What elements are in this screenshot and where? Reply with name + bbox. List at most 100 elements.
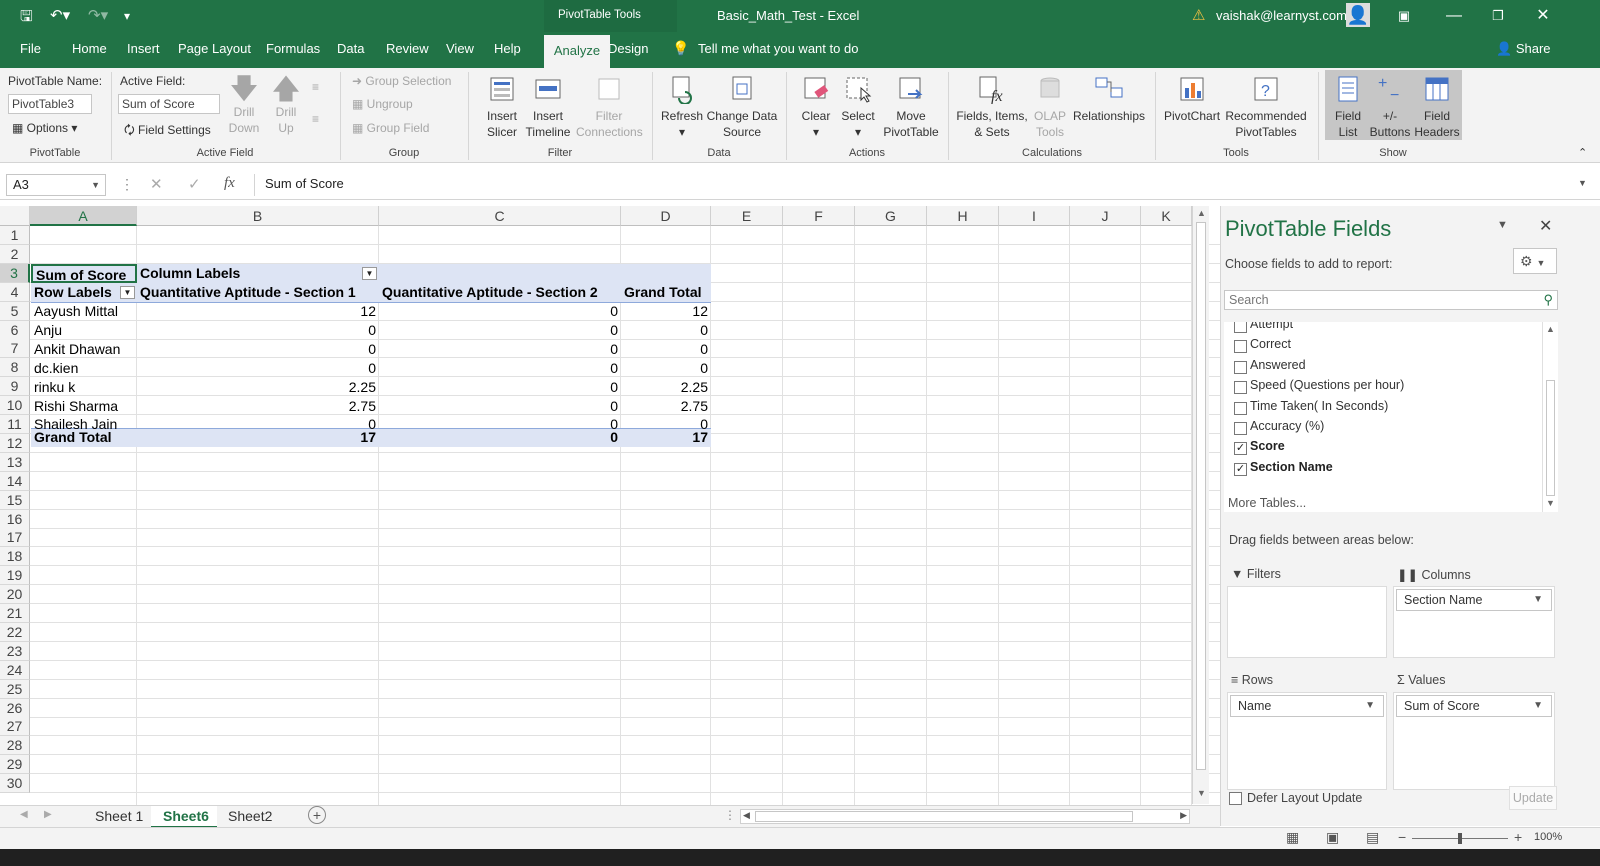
- pivot-value-cell[interactable]: 0: [137, 321, 379, 340]
- next-sheet-icon[interactable]: ▶: [44, 809, 52, 820]
- move-pivottable-button[interactable]: Move PivotTable: [880, 74, 942, 140]
- field-item-label[interactable]: Accuracy (%): [1250, 419, 1324, 433]
- scroll-left-icon[interactable]: ◀: [743, 810, 750, 821]
- pivot-row-label[interactable]: dc.kien: [31, 359, 137, 378]
- filter-connections-button[interactable]: Filter Connections: [576, 74, 643, 140]
- relationships-button[interactable]: Relationships: [1072, 74, 1146, 124]
- row-header[interactable]: 15: [0, 490, 30, 510]
- update-button[interactable]: Update: [1509, 786, 1557, 810]
- prev-sheet-icon[interactable]: ◀: [20, 809, 28, 820]
- row-header[interactable]: 22: [0, 622, 30, 642]
- clear-button[interactable]: Clear ▾: [796, 74, 836, 140]
- field-item-label[interactable]: Section Name: [1250, 460, 1333, 474]
- formula-input[interactable]: Sum of Score: [254, 174, 1592, 196]
- field-checkbox[interactable]: [1234, 340, 1247, 354]
- column-labels-cell[interactable]: Column Labels: [137, 264, 377, 283]
- tab-file[interactable]: File: [20, 41, 41, 56]
- field-item-label[interactable]: Correct: [1250, 337, 1291, 351]
- row-header[interactable]: 28: [0, 736, 30, 756]
- pivot-value-cell[interactable]: 12: [621, 302, 711, 321]
- pivot-value-cell[interactable]: 0: [137, 340, 379, 359]
- field-checkbox[interactable]: [1234, 401, 1247, 415]
- field-scroll-thumb[interactable]: [1546, 380, 1555, 496]
- row-header[interactable]: 6: [0, 320, 30, 340]
- filters-drop-area[interactable]: [1227, 586, 1387, 658]
- restore-icon[interactable]: ❐: [1478, 4, 1518, 28]
- row-header[interactable]: 14: [0, 471, 30, 491]
- row-header[interactable]: 4: [0, 282, 30, 302]
- row-header[interactable]: 30: [0, 774, 30, 794]
- field-item-label[interactable]: Score: [1250, 439, 1285, 453]
- pivot-value-cell[interactable]: 0: [379, 340, 621, 359]
- sheet-tab-sheet2[interactable]: Sheet2: [228, 808, 272, 824]
- scroll-right-icon[interactable]: ▶: [1180, 810, 1187, 821]
- ribbon-display-icon[interactable]: ▣: [1384, 4, 1424, 28]
- save-icon[interactable]: 🖫: [20, 6, 33, 31]
- pivot-value-cell[interactable]: 0: [379, 302, 621, 321]
- pivot-row-label[interactable]: Aayush Mittal: [31, 302, 137, 321]
- columns-drop-area[interactable]: Section Name ▼: [1393, 586, 1555, 658]
- row-header[interactable]: 8: [0, 358, 30, 378]
- tab-home[interactable]: Home: [72, 41, 107, 56]
- olap-tools-button[interactable]: OLAP Tools: [1030, 74, 1070, 140]
- columns-pill-dropdown-icon[interactable]: ▼: [1533, 590, 1543, 610]
- normal-view-icon[interactable]: ▦: [1286, 829, 1299, 846]
- column-header[interactable]: C: [379, 206, 621, 226]
- field-item-label[interactable]: Time Taken( In Seconds): [1250, 399, 1388, 413]
- page-layout-view-icon[interactable]: ▣: [1326, 829, 1339, 846]
- row-header[interactable]: 23: [0, 641, 30, 661]
- scroll-up-icon[interactable]: ▲: [1197, 208, 1206, 218]
- column-header[interactable]: E: [711, 206, 783, 226]
- zoom-out-icon[interactable]: −: [1398, 829, 1406, 845]
- tab-page-layout[interactable]: Page Layout: [178, 41, 251, 56]
- rows-drop-area[interactable]: Name ▼: [1227, 692, 1387, 790]
- row-header[interactable]: 25: [0, 679, 30, 699]
- collapse-field-icon[interactable]: ≡: [312, 112, 319, 126]
- pane-options-dropdown-icon[interactable]: ▼: [1497, 219, 1508, 231]
- column-header[interactable]: H: [927, 206, 999, 226]
- column-header[interactable]: F: [783, 206, 855, 226]
- field-item-label[interactable]: Attempt: [1250, 322, 1293, 331]
- row-header[interactable]: 26: [0, 698, 30, 718]
- pivot-value-cell[interactable]: 12: [137, 302, 379, 321]
- pivot-value-cell[interactable]: 0: [379, 397, 621, 416]
- tab-view[interactable]: View: [446, 41, 474, 56]
- row-header[interactable]: 13: [0, 452, 30, 472]
- share-button[interactable]: 👤 Share: [1496, 41, 1551, 57]
- defer-layout-checkbox[interactable]: [1229, 792, 1242, 805]
- field-checkbox[interactable]: [1234, 322, 1247, 333]
- field-headers-button[interactable]: Field Headers: [1414, 74, 1460, 140]
- values-drop-area[interactable]: Sum of Score ▼: [1393, 692, 1555, 790]
- row-header[interactable]: 9: [0, 377, 30, 397]
- pivot-name-input[interactable]: PivotTable3: [8, 94, 92, 114]
- field-scroll-down-icon[interactable]: ▼: [1546, 498, 1555, 508]
- sheet-tab-sheet6[interactable]: Sheet6: [163, 808, 209, 824]
- change-data-source-button[interactable]: Change Data Source: [704, 74, 780, 140]
- collapse-ribbon-icon[interactable]: ⌃: [1578, 146, 1587, 159]
- field-checkbox[interactable]: [1234, 381, 1247, 395]
- field-item-label[interactable]: Answered: [1250, 358, 1306, 372]
- pivot-value-cell[interactable]: 2.25: [137, 378, 379, 397]
- row-header[interactable]: 20: [0, 585, 30, 605]
- name-box[interactable]: A3 ▼: [6, 174, 106, 196]
- field-search-box[interactable]: Search ⚲: [1224, 290, 1558, 310]
- pivot-value-cell[interactable]: 0: [137, 359, 379, 378]
- columns-field-pill[interactable]: Section Name ▼: [1396, 589, 1552, 611]
- field-scroll-up-icon[interactable]: ▲: [1546, 324, 1555, 334]
- tab-data[interactable]: Data: [337, 41, 364, 56]
- pivot-header-section-2[interactable]: Quantitative Aptitude - Section 2: [379, 283, 621, 302]
- field-list-scrollbar[interactable]: ▲ ▼: [1542, 322, 1558, 512]
- minimize-icon[interactable]: —: [1434, 4, 1474, 28]
- pivot-header-section-1[interactable]: Quantitative Aptitude - Section 1: [137, 283, 379, 302]
- zoom-slider-handle[interactable]: [1458, 833, 1462, 844]
- column-header[interactable]: J: [1070, 206, 1141, 226]
- vertical-scroll-thumb[interactable]: [1196, 222, 1206, 770]
- pivot-row-label[interactable]: rinku k: [31, 378, 137, 397]
- select-dropdown-icon[interactable]: ▾: [855, 125, 861, 139]
- field-item-label[interactable]: Speed (Questions per hour): [1250, 378, 1404, 392]
- pivot-value-cell[interactable]: 0: [379, 378, 621, 397]
- rows-field-pill[interactable]: Name ▼: [1230, 695, 1384, 717]
- group-field-button[interactable]: ▦ Group Field: [352, 121, 429, 135]
- scroll-down-icon[interactable]: ▼: [1197, 788, 1206, 798]
- active-field-input[interactable]: Sum of Score: [118, 94, 220, 114]
